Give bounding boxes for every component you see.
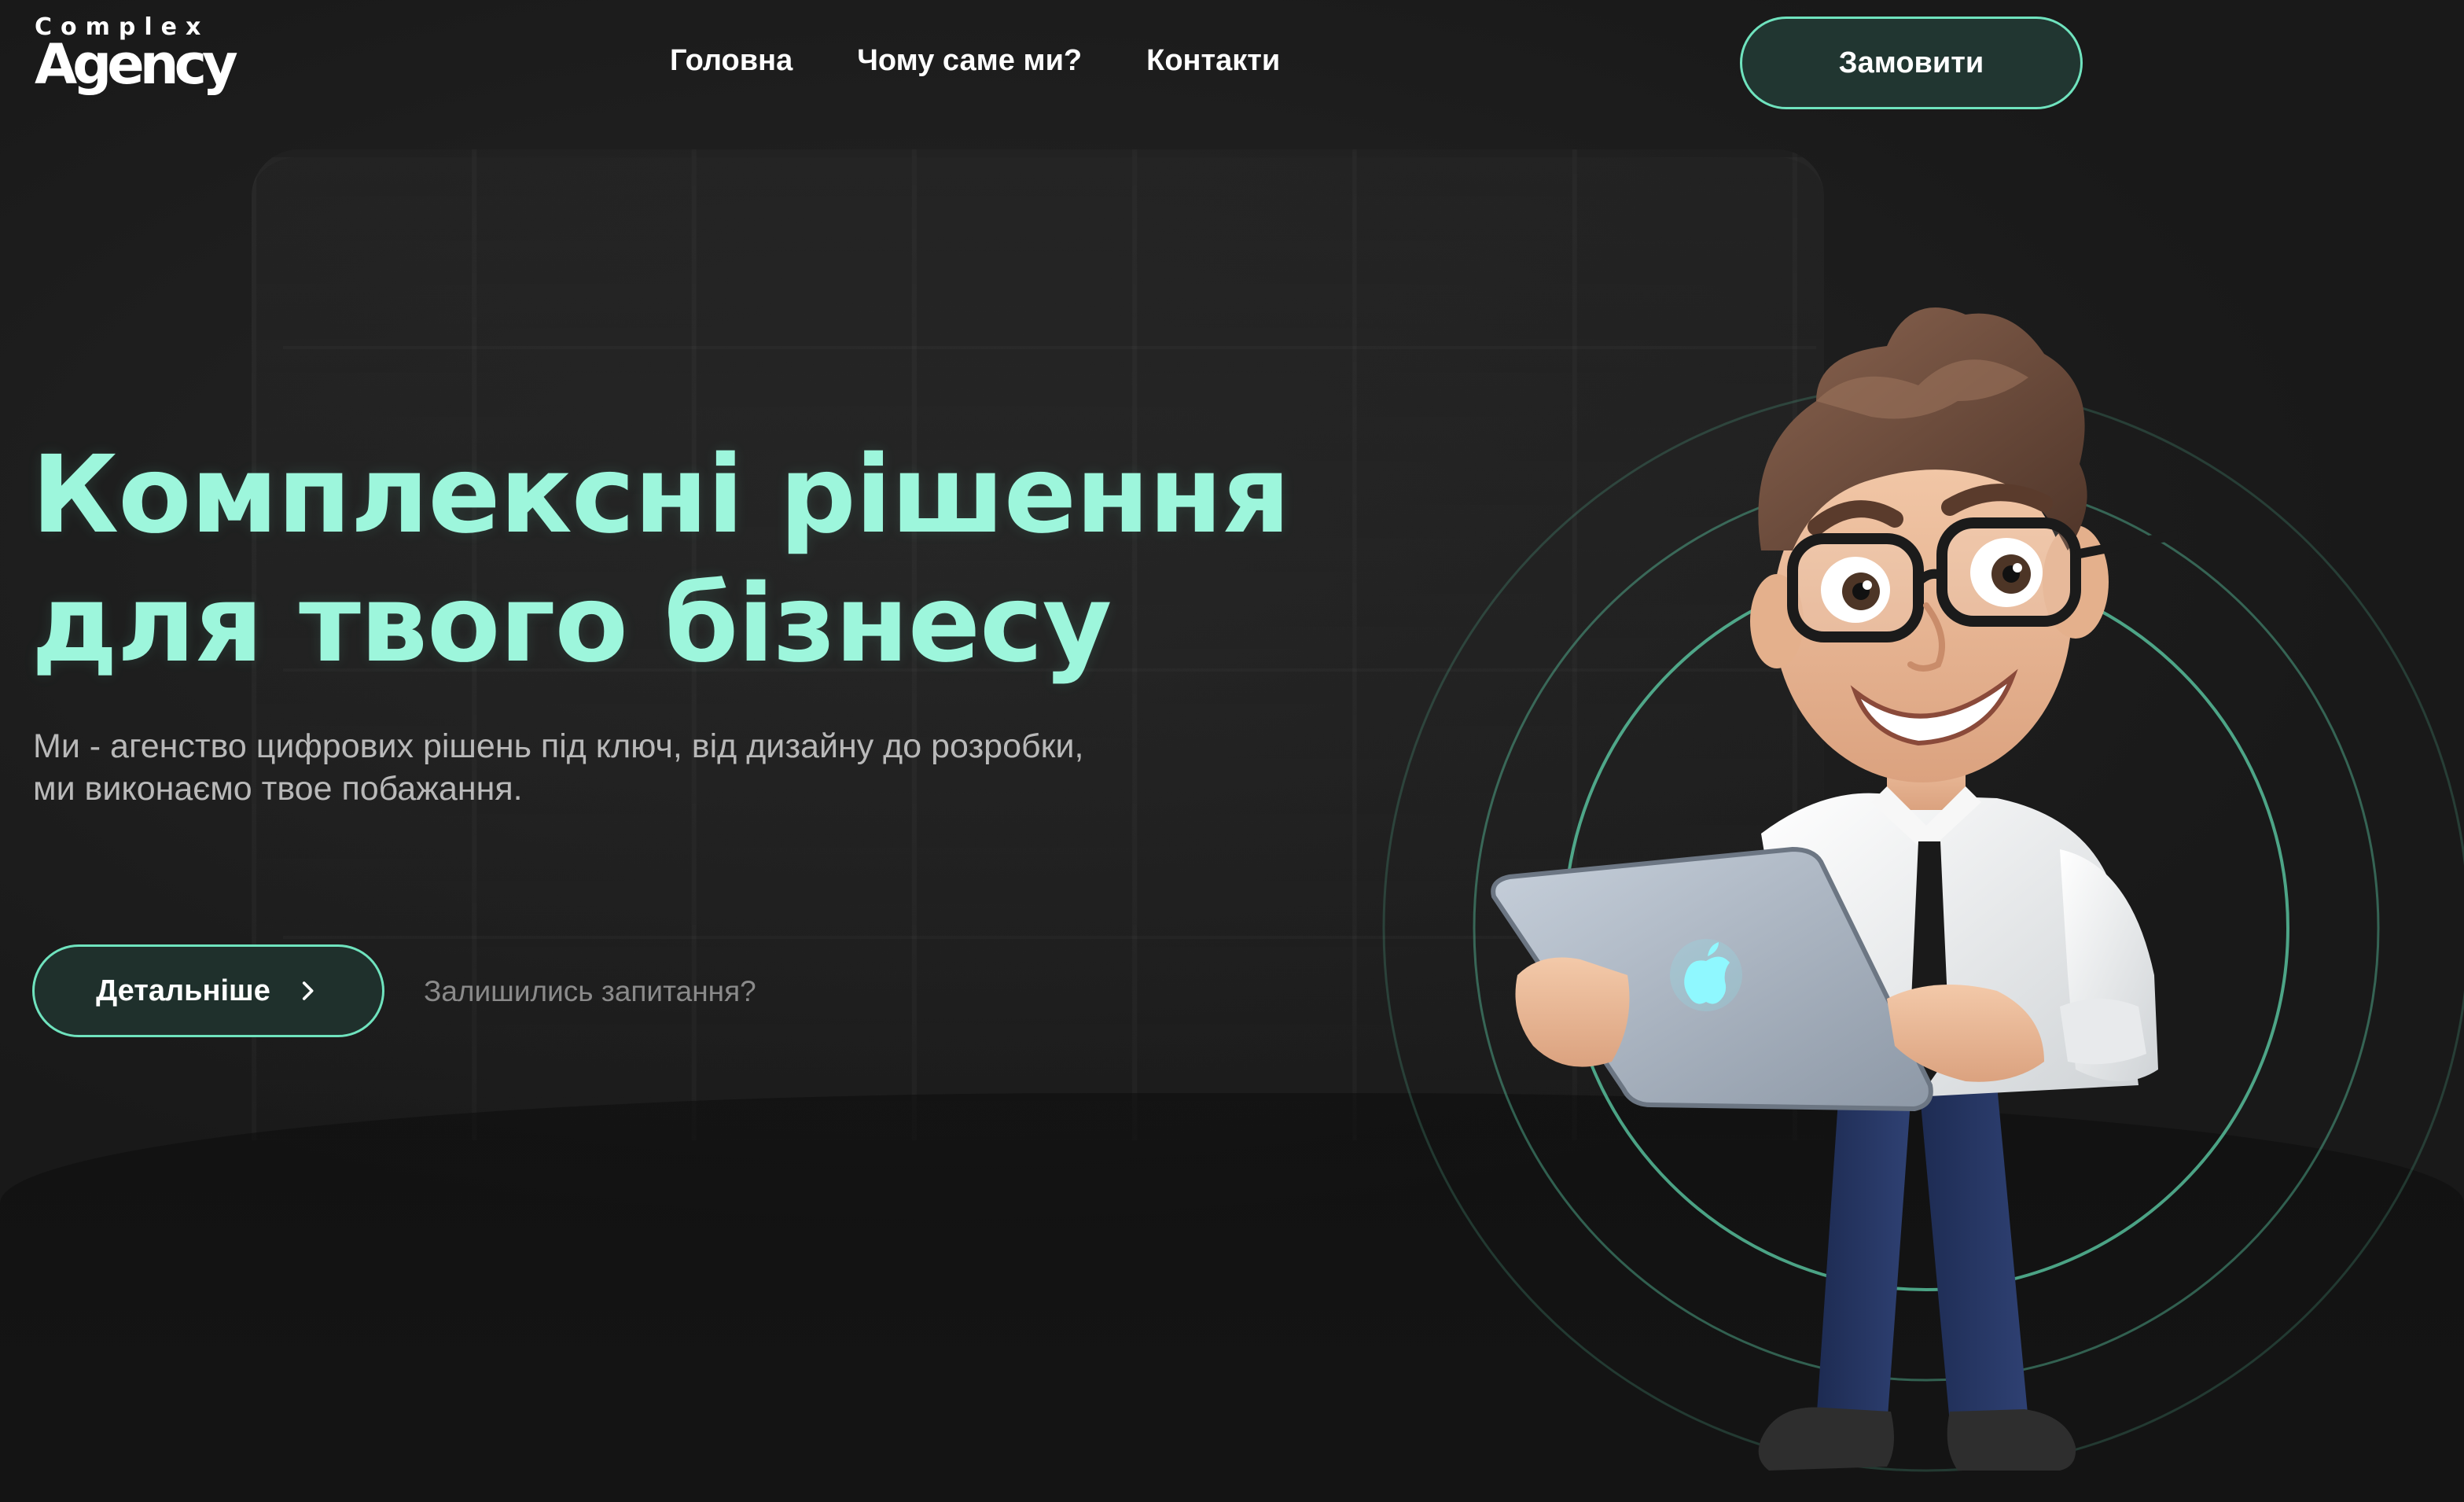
nav-item-contacts[interactable]: Контакти [1146,44,1280,78]
apple-logo-icon [1670,939,1742,1011]
nav-item-why-us[interactable]: Чому саме ми? [857,44,1082,78]
main-nav: Головна Чому саме ми? Контакти [670,44,1280,78]
character-illustration [1491,307,2179,1471]
landing-page: Complex Agency Головна Чому саме ми? Кон… [0,0,2464,1502]
hero-description: Ми - агенство цифрових рішень під ключ, … [33,727,1084,808]
details-button-label: Детальніше [96,974,270,1007]
hero-title-line-2: для твого бізнесу [31,562,1112,687]
nav-item-home[interactable]: Головна [670,44,793,78]
brand-logo[interactable]: Complex Agency [35,14,238,97]
hero-title-line-1: Комплексні рішення [31,433,1290,558]
questions-link[interactable]: Залишились запитання? [424,975,756,1008]
hero-title: Комплексні рішення для твого бізнесу [31,431,1290,689]
order-button[interactable]: Замовити [1740,17,2083,109]
chevron-right-icon [302,981,314,1000]
details-button[interactable]: Детальніше [32,944,384,1037]
logo-big-text: Agency [35,32,238,97]
